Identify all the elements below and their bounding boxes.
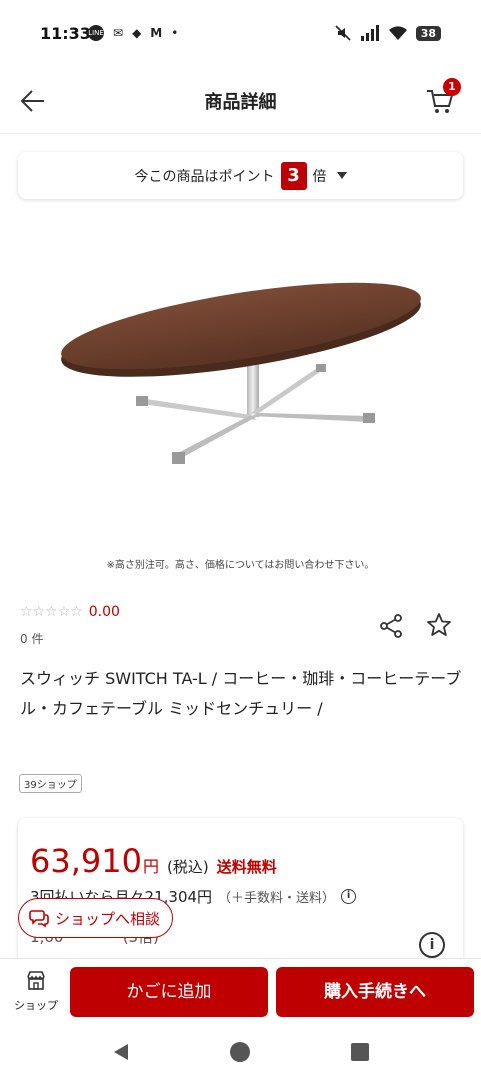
mute-icon [335,25,351,41]
price-row: 63,910 円 (税込) 送料無料 [30,842,277,880]
rating[interactable]: ☆☆☆☆☆ 0.00 [20,604,120,620]
shop-consult-label: ショップへ相談 [55,909,161,928]
share-icon[interactable] [378,613,404,639]
nav-back-icon[interactable] [111,1042,131,1062]
add-to-cart-button[interactable]: かごに追加 [70,967,268,1017]
m-app-icon: M [150,26,163,40]
nav-recent-apps-icon[interactable] [351,1043,369,1061]
product-image[interactable] [30,220,450,550]
price-amount: 63,910 [30,842,142,880]
wifi-icon [388,26,407,40]
nav-home-icon[interactable] [230,1042,250,1062]
points-banner[interactable]: 今この商品はポイント 3 倍 [18,152,463,199]
points-prefix: 今この商品はポイント [134,168,275,185]
points-suffix: 倍 [312,168,327,185]
system-icons: 38 [334,24,441,42]
shop-tag: 39ショップ [19,774,82,793]
app-icon: ◆ [132,26,142,40]
chat-bubble-icon [29,910,49,928]
checkout-button[interactable]: 購入手続きへ [276,967,474,1017]
review-count[interactable]: 0 件 [20,630,43,647]
notification-icons: LINE ✉ ◆ M • [88,25,178,41]
image-note: ※高さ別注可。高さ、価格についてはお問い合わせ下さい。 [106,560,375,571]
points-multiplier: 3 [280,161,307,190]
star-rating-icon: ☆☆☆☆☆ [20,604,83,620]
line-icon: LINE [88,25,104,41]
favorite-star-icon[interactable] [426,612,452,638]
free-shipping-label: 送料無料 [216,858,277,876]
status-time: 11:33 [40,24,91,43]
bottom-action-bar: ショップ かごに追加 購入手続きへ [0,958,481,1024]
page-title: 商品詳細 [204,92,277,113]
shop-link[interactable]: ショップ [8,969,64,1013]
caret-down-icon [336,172,347,179]
info-icon[interactable]: i [419,932,445,958]
shop-icon [27,971,45,990]
system-navigation-bar [0,1024,481,1080]
product-title: スウィッチ SWITCH TA-L / コーヒー・珈琲・コーヒーテーブル・カフェ… [20,669,462,718]
status-bar: 11:33 LINE ✉ ◆ M • 38 [0,0,481,66]
shop-link-label: ショップ [14,999,58,1012]
signal-icon [360,25,379,41]
installment-fee: （＋手数料・送料） [218,891,336,906]
battery-icon: 38 [415,25,441,41]
info-icon[interactable]: i [341,889,357,904]
mail-icon: ✉ [113,26,124,40]
app-header: 商品詳細 [0,66,481,134]
price-currency: 円 [142,857,159,876]
shop-consult-button[interactable]: ショップへ相談 [18,898,174,938]
cart-count-badge: 1 [443,78,461,96]
rating-value: 0.00 [88,604,120,620]
more-notifications-icon: • [171,26,179,40]
price-tax-label: (税込) [166,858,209,876]
